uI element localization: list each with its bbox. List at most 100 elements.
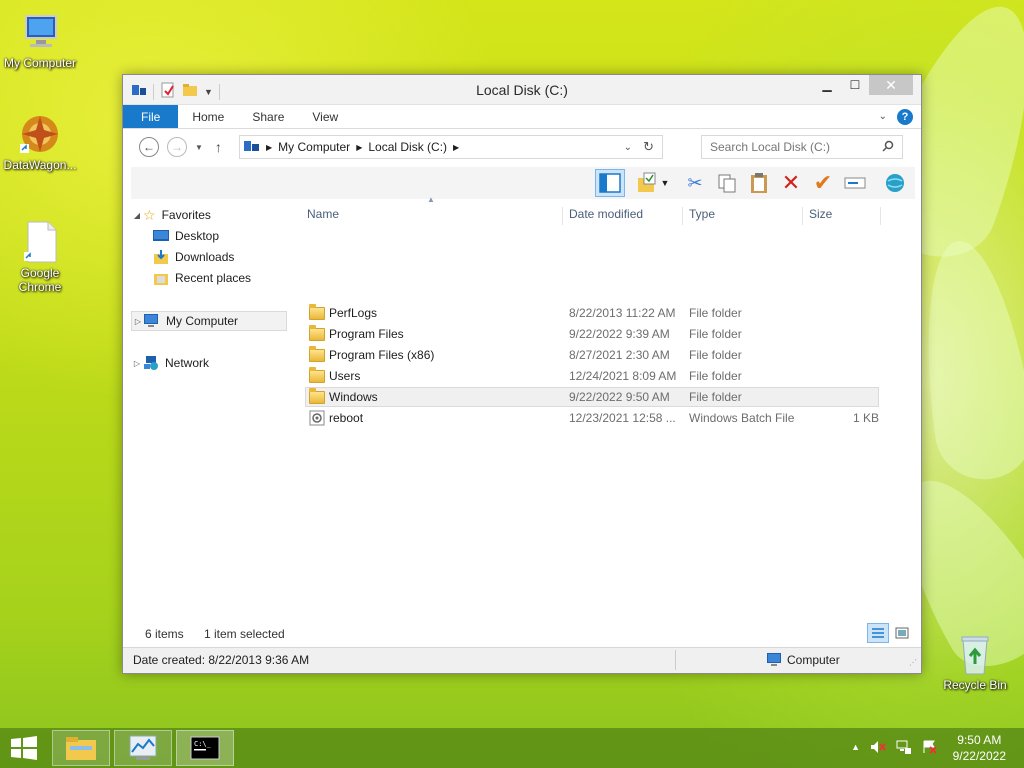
file-list: ▲ Name Date modified Type Size PerfLogs … — [301, 195, 913, 619]
search-input[interactable]: Search Local Disk (C:) — [701, 135, 903, 159]
downloads-icon — [153, 250, 169, 264]
minimize-button[interactable]: ▁ — [813, 75, 841, 95]
expand-arrow-icon[interactable]: ▷ — [132, 317, 144, 326]
file-type: File folder — [689, 306, 742, 320]
file-row-program-files[interactable]: Program Files 9/22/2022 9:39 AM File fol… — [305, 324, 879, 344]
file-row-perflogs[interactable]: PerfLogs 8/22/2013 11:22 AM File folder — [305, 303, 879, 323]
breadcrumb-chevron-icon[interactable]: ▶ — [266, 143, 272, 152]
desktop-icon-datawagon[interactable]: DataWagon... — [0, 112, 80, 172]
cut-icon[interactable]: ✂ — [683, 171, 707, 195]
nav-item-my-computer[interactable]: ▷ My Computer — [131, 311, 287, 331]
nav-item-recent-places[interactable]: Recent places — [153, 268, 311, 288]
details-view-button[interactable] — [867, 623, 889, 643]
folder-icon — [309, 346, 325, 362]
nav-item-label: Desktop — [175, 229, 220, 243]
nav-item-downloads[interactable]: Downloads — [153, 247, 311, 267]
file-row-program-files-x86[interactable]: Program Files (x86) 8/27/2021 2:30 AM Fi… — [305, 345, 879, 365]
file-date: 8/22/2013 11:22 AM — [569, 306, 676, 320]
nav-item-label: Recent places — [175, 271, 252, 285]
file-size: 1 KB — [853, 411, 880, 425]
tab-home[interactable]: Home — [178, 105, 238, 128]
close-button[interactable]: ✕ — [869, 75, 913, 95]
network-status-icon[interactable] — [896, 740, 912, 757]
breadcrumb-chevron-icon[interactable]: ▶ — [356, 143, 362, 152]
file-name: Program Files (x86) — [329, 348, 435, 362]
clock-time: 9:50 AM — [957, 733, 1002, 747]
checkmark-icon[interactable]: ✔ — [811, 170, 835, 195]
explorer-window[interactable]: ▼ Local Disk (C:) ▁ ☐ ✕ File Home Share … — [122, 74, 922, 674]
desktop-icon-google-chrome[interactable]: Google Chrome — [0, 220, 80, 294]
forward-button[interactable]: → — [167, 137, 187, 157]
column-header-size[interactable]: Size — [803, 207, 881, 225]
back-button[interactable]: ← — [139, 137, 159, 157]
file-name: Program Files — [329, 327, 404, 341]
column-header-name[interactable]: Name — [301, 207, 563, 225]
file-row-users[interactable]: Users 12/24/2021 8:09 AM File folder — [305, 366, 879, 386]
up-button[interactable]: ↑ — [215, 139, 222, 155]
expand-ribbon-icon[interactable]: ⌄ — [879, 111, 887, 122]
taskbar: C:\_ ▲ 9:50 AM 9/22/2022 — [0, 728, 1024, 768]
file-row-reboot[interactable]: reboot 12/23/2021 12:58 ... Windows Batc… — [305, 408, 879, 428]
breadcrumb-chevron-icon[interactable]: ▶ — [453, 143, 459, 152]
show-hidden-icons-icon[interactable]: ▲ — [851, 742, 860, 757]
folder-icon — [309, 325, 325, 341]
resize-grip-icon[interactable]: ⋰ — [909, 658, 917, 667]
date-created-text: Date created: 8/22/2013 9:36 AM — [133, 653, 310, 667]
expand-arrow-icon[interactable]: ▷ — [131, 359, 143, 368]
address-dropdown-icon[interactable]: ⌄ — [624, 142, 632, 153]
network-icon — [143, 356, 159, 370]
nav-item-label: Network — [165, 356, 210, 370]
file-type: File folder — [689, 348, 742, 362]
taskbar-performance-monitor[interactable] — [114, 730, 172, 766]
nav-item-favorites[interactable]: ◢ ☆ Favorites — [131, 205, 289, 225]
select-folder-icon[interactable] — [635, 171, 659, 195]
file-name: Users — [329, 369, 361, 383]
column-header-type[interactable]: Type — [683, 207, 803, 225]
item-count: 6 items — [145, 627, 184, 641]
file-date: 12/24/2021 8:09 AM — [569, 369, 677, 383]
copy-icon[interactable] — [715, 171, 739, 195]
large-icons-view-button[interactable] — [891, 623, 913, 643]
network-globe-icon[interactable] — [883, 171, 907, 195]
volume-muted-icon[interactable] — [870, 740, 886, 757]
window-controls: ▁ ☐ ✕ — [813, 75, 913, 95]
preview-pane-icon[interactable] — [595, 169, 625, 197]
collapse-arrow-icon[interactable]: ◢ — [131, 211, 143, 220]
desktop-icon-recycle-bin[interactable]: Recycle Bin — [935, 632, 1015, 692]
search-icon[interactable] — [882, 140, 894, 155]
help-icon[interactable]: ? — [897, 108, 913, 125]
tab-view[interactable]: View — [298, 105, 352, 128]
nav-item-label: Favorites — [161, 208, 211, 222]
nav-item-label: My Computer — [166, 314, 239, 328]
desktop-icon-label: Recycle Bin — [943, 678, 1007, 692]
delete-icon[interactable]: ✕ — [779, 170, 803, 195]
tab-share[interactable]: Share — [238, 105, 298, 128]
file-explorer-icon — [66, 737, 96, 760]
breadcrumb-local-disk[interactable]: Local Disk (C:) — [368, 140, 447, 154]
breadcrumb-my-computer[interactable]: My Computer — [278, 140, 350, 154]
paste-icon[interactable] — [747, 171, 771, 195]
taskbar-file-explorer[interactable] — [52, 730, 110, 766]
dropdown-arrow-icon[interactable]: ▼ — [659, 171, 671, 195]
refresh-icon[interactable]: ↻ — [643, 139, 654, 155]
action-center-flag-icon[interactable] — [922, 740, 938, 757]
column-header-date[interactable]: Date modified — [563, 207, 683, 225]
desktop-icon-label: Google Chrome — [18, 266, 62, 294]
nav-item-desktop[interactable]: Desktop — [153, 226, 311, 246]
selection-count: 1 item selected — [204, 627, 285, 641]
rename-icon[interactable] — [843, 171, 867, 195]
tab-file[interactable]: File — [123, 105, 179, 128]
file-row-windows[interactable]: Windows 9/22/2022 9:50 AM File folder — [305, 387, 879, 407]
start-button[interactable] — [10, 736, 38, 760]
address-bar[interactable]: ▶ My Computer ▶ Local Disk (C:) ▶ ⌄ ↻ — [239, 135, 663, 159]
desktop-icon-my-computer[interactable]: My Computer — [0, 10, 80, 70]
clock[interactable]: 9:50 AM 9/22/2022 — [953, 732, 1006, 764]
file-date: 8/27/2021 2:30 AM — [569, 348, 670, 362]
taskbar-command-prompt[interactable]: C:\_ — [176, 730, 234, 766]
recent-locations-button[interactable]: ▼ — [195, 143, 203, 152]
nav-item-network[interactable]: ▷ Network — [131, 353, 289, 373]
maximize-button[interactable]: ☐ — [841, 75, 869, 95]
file-type: File folder — [689, 390, 742, 404]
wallpaper-leaf — [908, 234, 1024, 486]
title-bar[interactable]: ▼ Local Disk (C:) ▁ ☐ ✕ — [123, 75, 921, 105]
